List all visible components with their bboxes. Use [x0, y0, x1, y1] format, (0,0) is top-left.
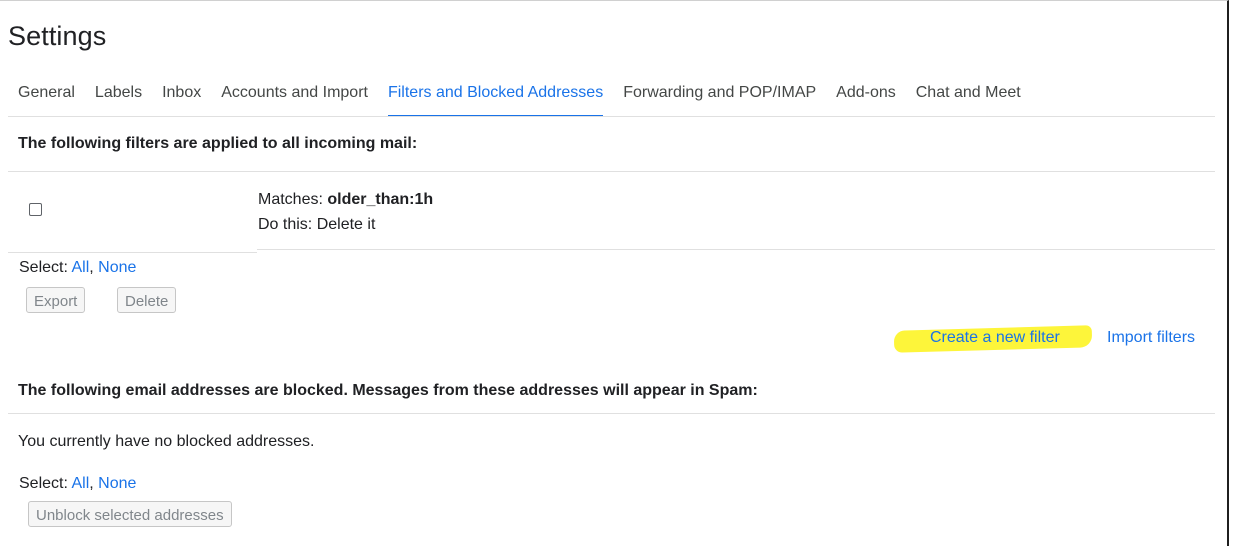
settings-tabs: General Labels Inbox Accounts and Import… [18, 74, 1041, 117]
create-new-filter-link[interactable]: Create a new filter [930, 329, 1060, 347]
filter-matches-value: older_than:1h [327, 191, 434, 208]
tab-general[interactable]: General [18, 74, 75, 104]
tab-filters-and-blocked-addresses[interactable]: Filters and Blocked Addresses [387, 74, 604, 117]
filter-matches: Matches: older_than:1h [258, 187, 433, 212]
page-title: Settings [8, 21, 107, 51]
filter-action: Do this: Delete it [258, 216, 376, 233]
blocked-select-all-link[interactable]: All [71, 475, 89, 492]
filters-heading: The following filters are applied to all… [18, 135, 418, 152]
tab-labels[interactable]: Labels [95, 74, 142, 104]
delete-button[interactable]: Delete [117, 287, 177, 313]
blocked-select-none-link[interactable]: None [98, 475, 136, 492]
tab-bar-divider [8, 116, 1215, 117]
filters-select-label: Select: [19, 259, 72, 276]
tab-accounts-and-import[interactable]: Accounts and Import [221, 74, 368, 104]
blocked-heading-divider [8, 413, 1215, 414]
tab-inbox[interactable]: Inbox [162, 74, 201, 104]
filters-select-all-link[interactable]: All [71, 259, 89, 276]
settings-panel: Settings General Labels Inbox Accounts a… [0, 0, 1229, 546]
filter-row-divider-right [257, 249, 1215, 250]
filter-matches-label: Matches: [258, 191, 328, 208]
tab-forwarding-pop-imap[interactable]: Forwarding and POP/IMAP [623, 74, 816, 104]
blocked-heading: The following email addresses are blocke… [18, 382, 758, 399]
blocked-select-row: Select: All, None [19, 475, 136, 493]
filters-select-row: Select: All, None [19, 259, 136, 277]
blocked-select-separator: , [89, 475, 99, 492]
tab-add-ons[interactable]: Add-ons [836, 74, 896, 104]
filters-select-separator: , [89, 259, 99, 276]
import-filters-link[interactable]: Import filters [1107, 329, 1195, 347]
unblock-selected-button[interactable]: Unblock selected addresses [28, 501, 232, 527]
blocked-select-label: Select: [19, 475, 72, 492]
filter-row-checkbox[interactable] [29, 203, 42, 216]
filter-description[interactable]: Matches: older_than:1h Do this: Delete i… [258, 187, 433, 237]
tab-chat-and-meet[interactable]: Chat and Meet [916, 74, 1021, 104]
filters-select-none-link[interactable]: None [98, 259, 136, 276]
export-button[interactable]: Export [26, 287, 86, 313]
filters-heading-divider [8, 171, 1215, 172]
no-blocked-addresses-text: You currently have no blocked addresses. [18, 433, 315, 450]
filter-row-divider-left [8, 252, 257, 253]
